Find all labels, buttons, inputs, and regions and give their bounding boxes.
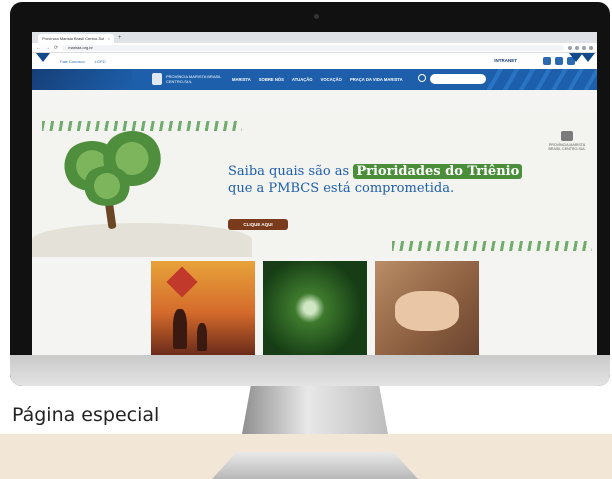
person-silhouette	[197, 323, 207, 351]
hero-highlight: Prioridades do Triênio	[353, 164, 523, 179]
corner-logo-icon	[561, 131, 573, 141]
scene: Página especial Província Marista Brasil…	[0, 0, 612, 479]
search-input[interactable]	[430, 74, 486, 84]
cta-button[interactable]: CLIQUE AQUI	[228, 219, 288, 230]
menu-item-vocacao[interactable]: VOCAÇÃO	[321, 77, 342, 82]
menu-item-praca[interactable]: PRAÇA DA VIDA MARISTA	[350, 77, 403, 82]
hero-line2: que a PMBCS está comprometida.	[228, 181, 455, 196]
extension-icon[interactable]	[582, 45, 586, 50]
browser-address-bar: ← → ⟳ marista.org.br	[32, 43, 597, 53]
profile-icon[interactable]	[589, 45, 593, 50]
reload-icon[interactable]: ⟳	[54, 45, 58, 51]
leaf-decor	[392, 241, 592, 251]
corner-logo: PROVÍNCIA MARISTA BRASIL CENTRO-SUL	[548, 131, 586, 161]
page-caption: Página especial	[12, 404, 160, 426]
main-menu: MARISTA SOBRE NÓS ATUAÇÃO VOCAÇÃO PRAÇA …	[232, 77, 403, 82]
site-logo-text[interactable]: PROVÍNCIA MARISTA BRASIL CENTRO-SUL	[166, 74, 226, 84]
forward-icon[interactable]: →	[45, 45, 50, 51]
extension-icon[interactable]	[575, 45, 579, 50]
hero-line1-prefix: Saiba quais são as	[228, 164, 350, 179]
kite-shape	[166, 266, 198, 298]
site-top-strip: Fale Conosco LGPD INTRANET	[32, 53, 597, 69]
tab-close-icon[interactable]: ×	[108, 36, 110, 41]
tab-title: Província Marista Brasil Centro-Sul	[42, 36, 105, 41]
url-input[interactable]: marista.org.br	[62, 44, 564, 51]
leaf-decor	[42, 121, 242, 131]
site-navbar: PROVÍNCIA MARISTA BRASIL CENTRO-SUL MARI…	[32, 69, 597, 90]
decor-triangle	[581, 53, 595, 62]
decor-triangle	[36, 53, 50, 62]
decor-triangle	[569, 53, 583, 62]
instagram-icon[interactable]	[555, 57, 563, 65]
card-kite-photo[interactable]	[151, 261, 255, 355]
extension-icons	[568, 45, 593, 50]
facebook-icon[interactable]	[543, 57, 551, 65]
navbar-decor-stripes	[487, 69, 597, 90]
corner-logo-text: PROVÍNCIA MARISTA BRASIL CENTRO-SUL	[548, 143, 586, 151]
new-tab-button[interactable]: +	[118, 34, 122, 43]
menu-item-sobre-nos[interactable]: SOBRE NÓS	[259, 77, 284, 82]
hero-title: Saiba quais são as Prioridades do Triêni…	[228, 163, 528, 197]
site-logo-icon[interactable]	[152, 73, 162, 85]
camera-dot	[314, 14, 319, 19]
person-silhouette	[173, 309, 187, 349]
monitor-screen: Província Marista Brasil Centro-Sul × + …	[32, 32, 597, 355]
card-dandelion-photo[interactable]	[263, 261, 367, 355]
monitor-chin	[10, 355, 610, 386]
hands-shape	[395, 291, 459, 331]
monitor-stand-neck	[242, 386, 388, 434]
menu-item-marista[interactable]: MARISTA	[232, 77, 251, 82]
hero-banner: Saiba quais são as Prioridades do Triêni…	[32, 111, 597, 257]
top-link-contact[interactable]: Fale Conosco	[60, 59, 85, 64]
search-icon[interactable]	[418, 74, 426, 82]
menu-item-atuacao[interactable]: ATUAÇÃO	[292, 77, 313, 82]
tree-canopy	[82, 166, 132, 206]
back-icon[interactable]: ←	[36, 45, 41, 51]
hero-hill	[32, 223, 252, 257]
browser-tab[interactable]: Província Marista Brasil Centro-Sul ×	[38, 34, 114, 43]
card-hands-photo[interactable]	[375, 261, 479, 355]
top-link-lgpd[interactable]: LGPD	[95, 59, 106, 64]
intranet-link[interactable]: INTRANET	[494, 58, 517, 63]
monitor-stand-base	[212, 452, 418, 479]
extension-icon[interactable]	[568, 45, 572, 50]
browser-tab-bar: Província Marista Brasil Centro-Sul × +	[32, 32, 597, 43]
feature-cards	[32, 257, 597, 355]
